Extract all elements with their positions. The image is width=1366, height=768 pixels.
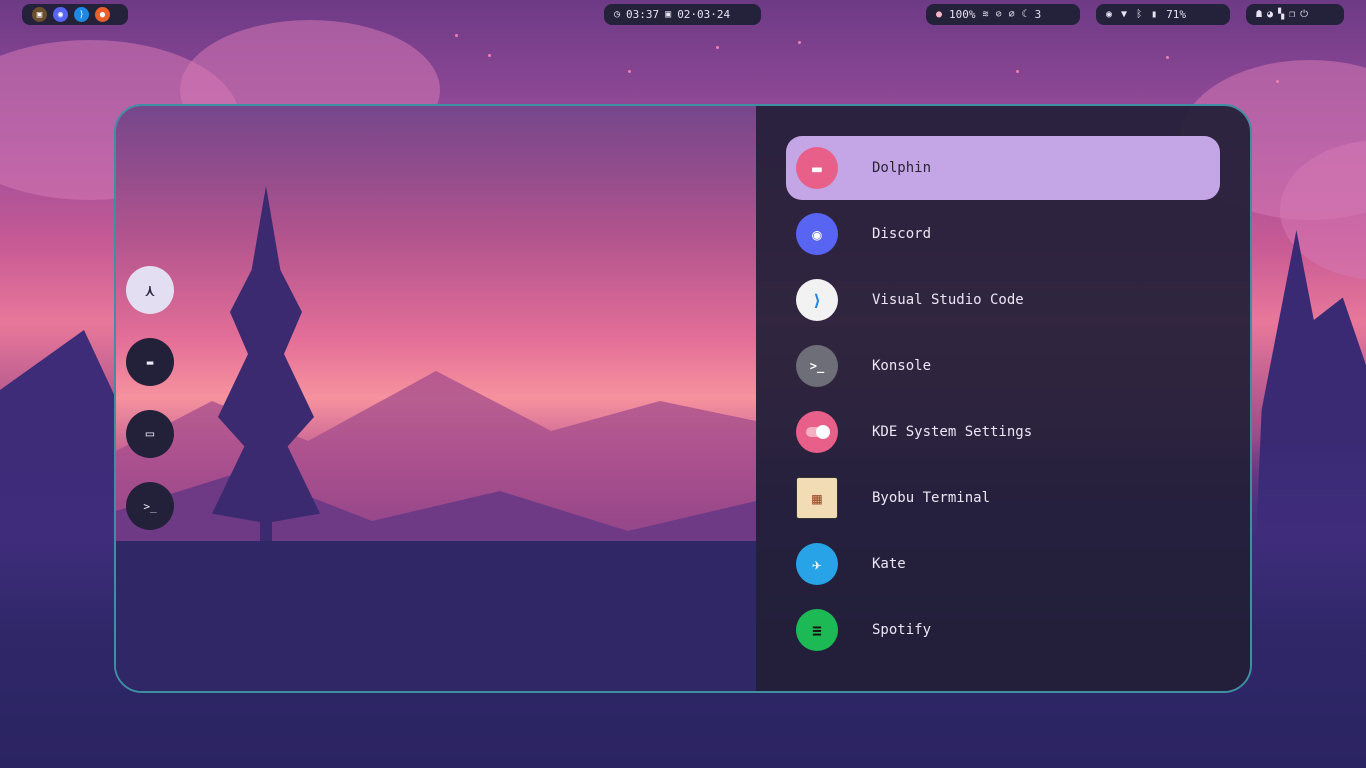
- firefox-icon[interactable]: ●: [95, 7, 110, 22]
- arch-icon: ⋏: [145, 280, 155, 300]
- app-item-label: Byobu Terminal: [872, 490, 991, 506]
- wifi-icon[interactable]: ≋: [983, 9, 989, 20]
- launcher-mode-sidebar: ⋏ ▬ ▭ >_: [126, 266, 174, 530]
- app-launcher: ⋏ ▬ ▭ >_ ▬ Dolphin ◉ Discord ⟩ Visual St…: [114, 104, 1252, 693]
- app-item-system-settings[interactable]: KDE System Settings: [786, 400, 1220, 464]
- spotify-icon: ≡: [796, 609, 838, 651]
- window-icon: ▭: [145, 426, 155, 442]
- mic-off-icon[interactable]: ⌀: [1009, 9, 1015, 20]
- discord-icon[interactable]: ◉: [53, 7, 68, 22]
- ghost-icon[interactable]: ☗: [1256, 9, 1262, 20]
- konsole-icon: >_: [796, 345, 838, 387]
- launcher-wallpaper-preview: ⋏ ▬ ▭ >_: [116, 106, 756, 691]
- discord-icon: ◉: [796, 213, 838, 255]
- app-item-label: Visual Studio Code: [872, 292, 1024, 308]
- layout-icon[interactable]: ▚: [1278, 9, 1284, 20]
- clock-icon: ◷: [614, 9, 621, 20]
- clock-date: 02·03·24: [677, 8, 731, 21]
- app-item-label: Konsole: [872, 358, 932, 374]
- app-item-label: Dolphin: [872, 160, 932, 176]
- discord-tray-icon[interactable]: ◉: [1106, 9, 1112, 20]
- palette-icon[interactable]: ◕: [1267, 9, 1273, 20]
- topbar-apps: ▣ ◉ ⟩ ●: [22, 4, 128, 25]
- battery-percent: 71%: [1166, 8, 1186, 21]
- topbar-status: ● 100% ≋ ⊘ ⌀ ☾ 3: [926, 4, 1080, 25]
- clipboard-icon[interactable]: ❐: [1289, 9, 1295, 20]
- bluetooth-icon[interactable]: ᛒ: [1136, 9, 1142, 20]
- dolphin-icon: ▬: [796, 147, 838, 189]
- volume-value[interactable]: 100%: [949, 8, 976, 21]
- konsole-cat-icon[interactable]: ▣: [32, 7, 47, 22]
- mode-run-button[interactable]: >_: [126, 482, 174, 530]
- app-item-byobu[interactable]: ▦ Byobu Terminal: [786, 466, 1220, 530]
- record-dot-icon: ●: [936, 9, 943, 20]
- wifi-icon[interactable]: ▼: [1121, 9, 1127, 20]
- app-item-label: Kate: [872, 556, 906, 572]
- mode-files-button[interactable]: ▬: [126, 338, 174, 386]
- terminal-icon: >_: [143, 499, 157, 513]
- topbar-clock[interactable]: ◷ 03:37 ▣ 02·03·24: [604, 4, 761, 25]
- mode-windows-button[interactable]: ▭: [126, 410, 174, 458]
- notification-count[interactable]: 3: [1035, 8, 1042, 21]
- app-item-dolphin[interactable]: ▬ Dolphin: [786, 136, 1220, 200]
- app-item-spotify[interactable]: ≡ Spotify: [786, 598, 1220, 662]
- app-item-label: Spotify: [872, 622, 932, 638]
- app-item-vscode[interactable]: ⟩ Visual Studio Code: [786, 268, 1220, 332]
- clock-time: 03:37: [626, 8, 660, 21]
- app-item-label: Discord: [872, 226, 932, 242]
- mode-apps-button[interactable]: ⋏: [126, 266, 174, 314]
- folder-icon: ▬: [146, 355, 154, 369]
- kate-icon: ✈: [796, 543, 838, 585]
- app-item-discord[interactable]: ◉ Discord: [786, 202, 1220, 266]
- vscode-icon[interactable]: ⟩: [74, 7, 89, 22]
- byobu-map-icon: ▦: [796, 477, 838, 519]
- settings-toggle-icon: [796, 411, 838, 453]
- app-item-label: KDE System Settings: [872, 424, 1033, 440]
- vscode-icon: ⟩: [796, 279, 838, 321]
- moon-icon[interactable]: ☾: [1022, 9, 1028, 20]
- battery-icon: ▮: [1151, 9, 1158, 20]
- topbar-tray: ◉ ▼ ᛒ ▮ 71%: [1096, 4, 1230, 25]
- calendar-icon: ▣: [665, 9, 672, 20]
- app-list: ▬ Dolphin ◉ Discord ⟩ Visual Studio Code…: [756, 106, 1250, 691]
- mute-icon[interactable]: ⊘: [996, 9, 1002, 20]
- app-item-konsole[interactable]: >_ Konsole: [786, 334, 1220, 398]
- topbar-session: ☗ ◕ ▚ ❐ ⏻: [1246, 4, 1344, 25]
- app-item-kate[interactable]: ✈ Kate: [786, 532, 1220, 596]
- power-icon[interactable]: ⏻: [1300, 9, 1308, 20]
